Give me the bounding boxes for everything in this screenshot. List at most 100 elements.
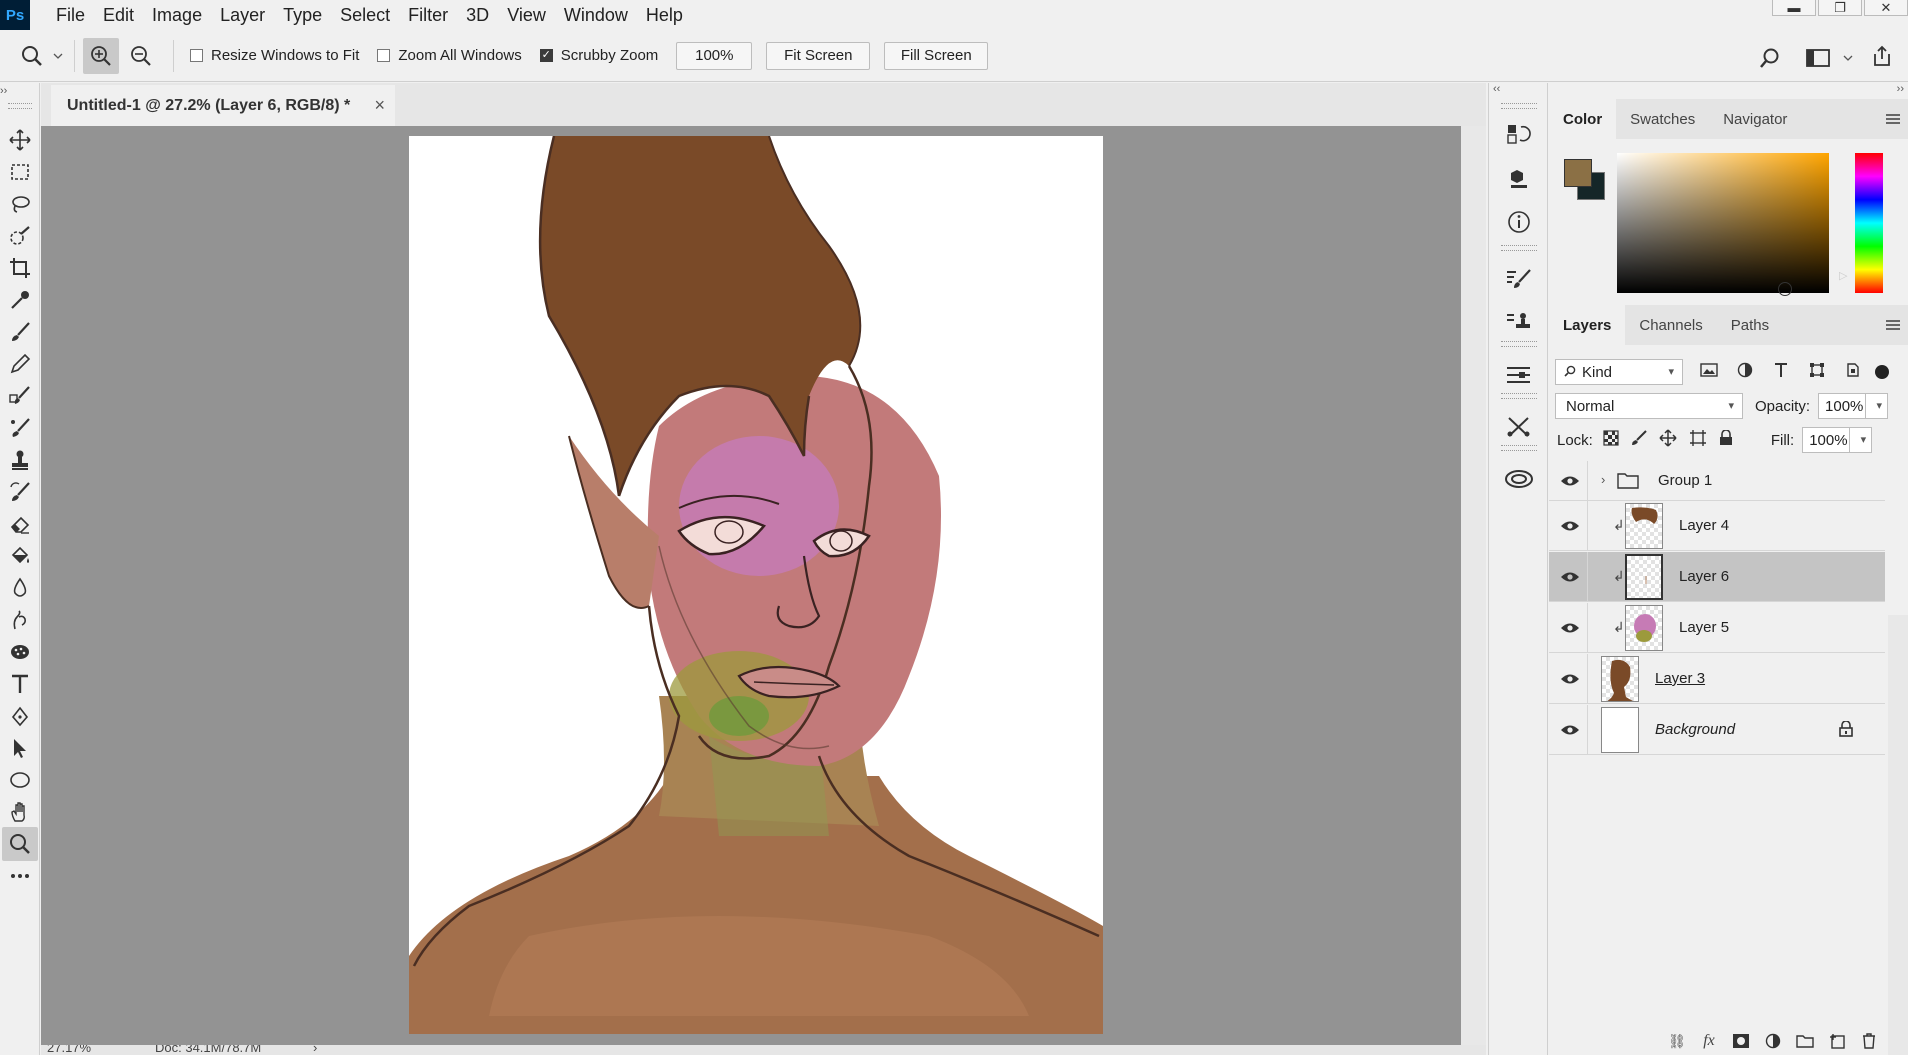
status-menu-icon[interactable]: › [313, 1045, 317, 1055]
fill-input[interactable]: 100% [1802, 427, 1851, 453]
zoom-in-icon[interactable] [83, 37, 119, 74]
eye-icon[interactable] [1559, 470, 1581, 492]
panel-menu-icon[interactable] [1886, 320, 1900, 330]
collapse-icon[interactable]: ‹‹ [1493, 83, 1500, 95]
link-icon[interactable]: ⛓ [1661, 1029, 1693, 1053]
color-picker-cursor[interactable] [1778, 282, 1792, 296]
lasso-tool-icon[interactable] [2, 187, 38, 221]
zoom-all-windows-checkbox[interactable]: Zoom All Windows [377, 47, 522, 64]
share-icon[interactable] [1864, 38, 1900, 74]
paint-bucket-tool-icon[interactable] [2, 539, 38, 573]
history-brush-tool-icon[interactable] [2, 475, 38, 509]
eye-icon[interactable] [1559, 617, 1581, 639]
tab-layers[interactable]: Layers [1549, 305, 1626, 345]
eye-icon[interactable] [1559, 566, 1581, 588]
ellipse-tool-icon[interactable] [2, 763, 38, 797]
fill-screen-button[interactable]: Fill Screen [884, 41, 989, 70]
menu-filter[interactable]: Filter [408, 5, 462, 26]
zoom-100-button[interactable]: 100% [676, 41, 753, 70]
eye-icon[interactable] [1559, 515, 1581, 537]
opacity-input[interactable]: 100% [1818, 393, 1867, 419]
menu-help[interactable]: Help [646, 5, 697, 26]
filter-adjustment-icon[interactable] [1727, 362, 1763, 382]
minimize-icon[interactable]: ▬ [1772, 0, 1816, 16]
filter-smart-object-icon[interactable] [1835, 362, 1871, 382]
3d-icon[interactable] [1501, 163, 1537, 195]
lock-artboard-icon[interactable] [1689, 429, 1707, 451]
panel-grip[interactable] [1501, 445, 1537, 451]
eraser-tool-icon[interactable] [2, 507, 38, 541]
menu-3d[interactable]: 3D [466, 5, 503, 26]
more-tools-icon[interactable] [2, 859, 38, 893]
info-icon[interactable] [1501, 206, 1537, 238]
menu-layer[interactable]: Layer [220, 5, 279, 26]
zoom-out-icon[interactable] [123, 38, 159, 74]
blend-mode-dropdown[interactable]: Normal ▾ [1555, 393, 1743, 419]
canvas-area[interactable] [41, 126, 1461, 1045]
stamp-tool-icon[interactable] [2, 443, 38, 477]
brush-settings-icon[interactable] [1501, 263, 1537, 295]
menu-window[interactable]: Window [564, 5, 642, 26]
chevron-down-icon[interactable] [1840, 40, 1856, 76]
layer-filter-dropdown[interactable]: Kind ▾ [1555, 359, 1683, 385]
menu-edit[interactable]: Edit [103, 5, 148, 26]
fx-icon[interactable]: fx [1693, 1029, 1725, 1053]
history-icon[interactable] [1501, 118, 1537, 150]
layer-row-layer-3[interactable]: Layer 3 [1549, 654, 1885, 704]
layer-row-group-1[interactable]: › Group 1 [1549, 461, 1885, 501]
hand-tool-icon[interactable] [2, 795, 38, 829]
color-replacement-tool-icon[interactable] [2, 379, 38, 413]
zoom-icon[interactable] [14, 38, 50, 74]
menu-view[interactable]: View [507, 5, 560, 26]
pencil-tool-icon[interactable] [2, 347, 38, 381]
smudge-tool-icon[interactable] [2, 603, 38, 637]
new-layer-icon[interactable] [1821, 1029, 1853, 1053]
clone-source-icon[interactable] [1501, 306, 1537, 338]
fill-slider-button[interactable]: ▾ [1850, 427, 1873, 453]
chevron-right-icon[interactable]: › [1601, 472, 1605, 487]
chevron-down-icon[interactable] [50, 38, 66, 74]
type-tool-icon[interactable] [2, 667, 38, 701]
panel-grip[interactable] [1501, 341, 1537, 347]
close-icon[interactable]: ✕ [1864, 0, 1908, 16]
lock-icon[interactable] [1839, 720, 1853, 741]
opacity-slider-button[interactable]: ▾ [1866, 393, 1889, 419]
tab-channels[interactable]: Channels [1625, 305, 1716, 345]
sponge-tool-icon[interactable] [2, 635, 38, 669]
fit-screen-button[interactable]: Fit Screen [766, 41, 871, 70]
filter-toggle-icon[interactable] [1875, 365, 1889, 379]
layer-row-layer-6[interactable]: ↲ Layer 6 [1549, 552, 1885, 602]
menu-type[interactable]: Type [283, 5, 336, 26]
filter-type-icon[interactable] [1763, 362, 1799, 382]
document-tab[interactable]: Untitled-1 @ 27.2% (Layer 6, RGB/8) * × [51, 85, 395, 126]
zoom-tool-icon[interactable] [2, 827, 38, 861]
layer-row-layer-5[interactable]: ↲ Layer 5 [1549, 603, 1885, 653]
layer-row-background[interactable]: Background [1549, 705, 1885, 755]
tab-paths[interactable]: Paths [1717, 305, 1783, 345]
eyedropper-tool-icon[interactable] [2, 283, 38, 317]
properties-icon[interactable] [1501, 358, 1537, 390]
search-icon[interactable] [1752, 40, 1788, 76]
eye-icon[interactable] [1559, 719, 1581, 741]
zoom-level[interactable]: 27.17% [47, 1045, 91, 1055]
crop-tool-icon[interactable] [2, 251, 38, 285]
foreground-color-swatch[interactable] [1564, 159, 1592, 187]
layers-scrollbar[interactable] [1888, 615, 1908, 1055]
workspace-icon[interactable] [1800, 40, 1836, 76]
new-group-icon[interactable] [1789, 1029, 1821, 1053]
expand-icon[interactable]: ›› [0, 85, 7, 97]
path-selection-tool-icon[interactable] [2, 731, 38, 765]
lock-transparent-icon[interactable] [1603, 430, 1619, 450]
layer-row-layer-4[interactable]: ↲ Layer 4 [1549, 501, 1885, 551]
mixer-brush-tool-icon[interactable] [2, 411, 38, 445]
lock-pixels-icon[interactable] [1631, 430, 1647, 450]
artwork-canvas[interactable] [409, 136, 1103, 1034]
vertical-scrollbar[interactable] [1461, 126, 1486, 1045]
tab-color[interactable]: Color [1549, 99, 1617, 139]
libraries-icon[interactable] [1501, 463, 1537, 495]
tab-navigator[interactable]: Navigator [1709, 99, 1801, 139]
resize-windows-checkbox[interactable]: Resize Windows to Fit [190, 47, 359, 64]
lock-position-icon[interactable] [1659, 429, 1677, 451]
filter-pixel-icon[interactable] [1691, 363, 1727, 381]
tab-swatches[interactable]: Swatches [1616, 99, 1709, 139]
